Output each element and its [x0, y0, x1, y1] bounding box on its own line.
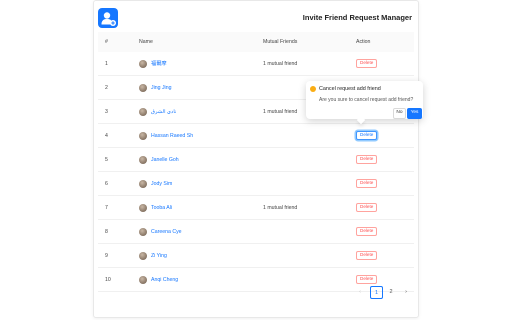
- row-name-cell: Janelle Goh: [139, 148, 179, 171]
- delete-button[interactable]: Delete: [356, 130, 378, 141]
- avatar[interactable]: [139, 251, 147, 260]
- row-name-cell: Hassan Raeed Sh: [139, 124, 193, 147]
- friend-name-link[interactable]: نادي الشرق: [151, 109, 176, 115]
- page-title: Invite Friend Request Manager: [302, 13, 412, 22]
- table-row: 9 Zi Ying Delete: [98, 244, 414, 268]
- table-header: # Name Mutual Friends Action: [98, 32, 414, 52]
- pagination: ‹ 1 2 ›: [94, 284, 418, 300]
- friend-name-link[interactable]: Jing Jing: [151, 85, 171, 91]
- row-name-cell: Tooba Ali: [139, 196, 172, 219]
- row-name-cell: نادي الشرق: [139, 100, 176, 123]
- yes-button[interactable]: Yes: [407, 108, 422, 119]
- header-action: Action: [356, 39, 371, 45]
- user-add-icon: [98, 8, 118, 28]
- avatar[interactable]: [139, 131, 147, 140]
- row-action-cell: Delete: [356, 124, 378, 147]
- no-button[interactable]: No: [393, 108, 406, 119]
- avatar[interactable]: [139, 83, 147, 92]
- row-name-cell: Careena Cye: [139, 220, 182, 243]
- friend-name-link[interactable]: Janelle Goh: [151, 157, 179, 163]
- row-name-cell: Jody Sim: [139, 172, 172, 195]
- row-name-cell: Jing Jing: [139, 76, 171, 99]
- row-index: 8: [105, 228, 108, 235]
- friend-name-link[interactable]: 福爾摩: [151, 60, 167, 67]
- avatar[interactable]: [139, 59, 147, 68]
- row-mutual-friends: 1 mutual friend: [263, 204, 298, 211]
- app-panel: Invite Friend Request Manager # Name Mut…: [93, 0, 419, 318]
- row-mutual-friends: 1 mutual friend: [263, 60, 298, 67]
- popconfirm-title: Cancel request add friend: [319, 86, 381, 92]
- row-index: 2: [105, 84, 108, 91]
- delete-button[interactable]: Delete: [356, 250, 378, 261]
- delete-button[interactable]: Delete: [356, 178, 378, 189]
- friend-name-link[interactable]: Jody Sim: [151, 181, 172, 187]
- friend-name-link[interactable]: Anqi Cheng: [151, 277, 178, 283]
- page-1-button[interactable]: 1: [370, 286, 383, 299]
- row-action-cell: Delete: [356, 220, 378, 243]
- row-action-cell: Delete: [356, 52, 378, 75]
- table-row: 4 Hassan Raeed Sh Delete: [98, 124, 414, 148]
- header-mutual-friends: Mutual Friends: [263, 39, 298, 45]
- row-index: 9: [105, 252, 108, 259]
- friend-name-link[interactable]: Hassan Raeed Sh: [151, 133, 193, 139]
- avatar[interactable]: [139, 107, 147, 116]
- row-index: 5: [105, 156, 108, 163]
- delete-button[interactable]: Delete: [356, 202, 378, 213]
- row-action-cell: Delete: [356, 172, 378, 195]
- delete-button[interactable]: Delete: [356, 274, 378, 285]
- row-name-cell: 福爾摩: [139, 52, 167, 75]
- table-row: 8 Careena Cye Delete: [98, 220, 414, 244]
- row-name-cell: Zi Ying: [139, 244, 167, 267]
- avatar[interactable]: [139, 203, 147, 212]
- row-action-cell: Delete: [356, 148, 378, 171]
- friend-name-link[interactable]: Careena Cye: [151, 229, 182, 235]
- header: Invite Friend Request Manager: [94, 1, 418, 31]
- friend-request-table: # Name Mutual Friends Action 1 福爾摩 1 mutua…: [98, 32, 414, 292]
- avatar[interactable]: [139, 275, 147, 284]
- avatar[interactable]: [139, 227, 147, 236]
- row-index: 3: [105, 108, 108, 115]
- row-mutual-friends: 1 mutual friend: [263, 108, 298, 115]
- prev-page-icon[interactable]: ‹: [354, 286, 366, 298]
- delete-button[interactable]: Delete: [356, 226, 378, 237]
- header-name: Name: [139, 39, 153, 45]
- row-index: 4: [105, 132, 108, 139]
- popconfirm-description: Are you sure to cancel request add frien…: [319, 97, 414, 103]
- row-index: 1: [105, 60, 108, 67]
- row-index: 6: [105, 180, 108, 187]
- avatar[interactable]: [139, 155, 147, 164]
- avatar[interactable]: [139, 179, 147, 188]
- table-row: 1 福爾摩 1 mutual friend Delete: [98, 52, 414, 76]
- friend-name-link[interactable]: Zi Ying: [151, 253, 167, 259]
- delete-button[interactable]: Delete: [356, 154, 378, 165]
- row-index: 7: [105, 204, 108, 211]
- delete-button[interactable]: Delete: [356, 58, 378, 69]
- row-action-cell: Delete: [356, 196, 378, 219]
- warning-circle-icon: [310, 86, 316, 92]
- row-action-cell: Delete: [356, 244, 378, 267]
- next-page-icon[interactable]: ›: [400, 286, 412, 298]
- header-index: #: [105, 39, 108, 45]
- table-row: 6 Jody Sim Delete: [98, 172, 414, 196]
- table-row: 7 Tooba Ali 1 mutual friend Delete: [98, 196, 414, 220]
- table-row: 5 Janelle Goh Delete: [98, 148, 414, 172]
- friend-name-link[interactable]: Tooba Ali: [151, 205, 172, 211]
- cancel-request-popconfirm: Cancel request add friend Are you sure t…: [306, 81, 423, 125]
- page-2-button[interactable]: 2: [385, 286, 397, 298]
